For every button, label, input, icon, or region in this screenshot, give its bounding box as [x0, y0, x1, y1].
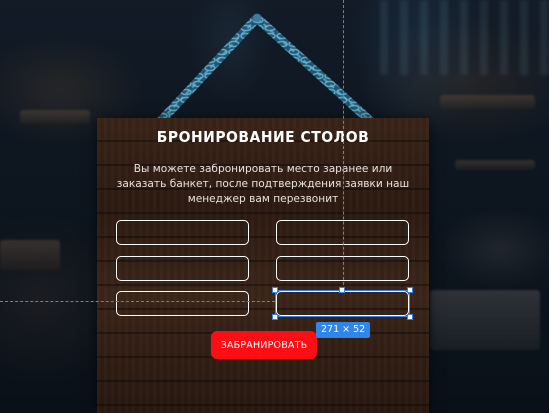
booking-title: БРОНИРОВАНИЕ СТОЛОВ	[156, 128, 370, 146]
vertical-alignment-guide	[343, 0, 344, 290]
selection-box[interactable]	[275, 290, 410, 317]
resize-handle-top-left[interactable]	[272, 287, 278, 293]
form-field-1[interactable]	[116, 220, 249, 245]
resize-handle-top-center[interactable]	[339, 287, 345, 293]
resize-handle-bottom-right[interactable]	[407, 314, 413, 320]
resize-handle-top-right[interactable]	[407, 287, 413, 293]
booking-description: Вы можете забронировать место заранее ил…	[116, 163, 410, 205]
selection-size-badge: 271 × 52	[316, 322, 371, 338]
book-submit-button[interactable]: ЗАБРАНИРОВАТЬ	[211, 331, 317, 359]
form-field-5[interactable]	[116, 291, 249, 316]
resize-handle-bottom-left[interactable]	[272, 314, 278, 320]
form-field-3[interactable]	[116, 256, 249, 281]
horizontal-alignment-guide	[0, 301, 275, 302]
